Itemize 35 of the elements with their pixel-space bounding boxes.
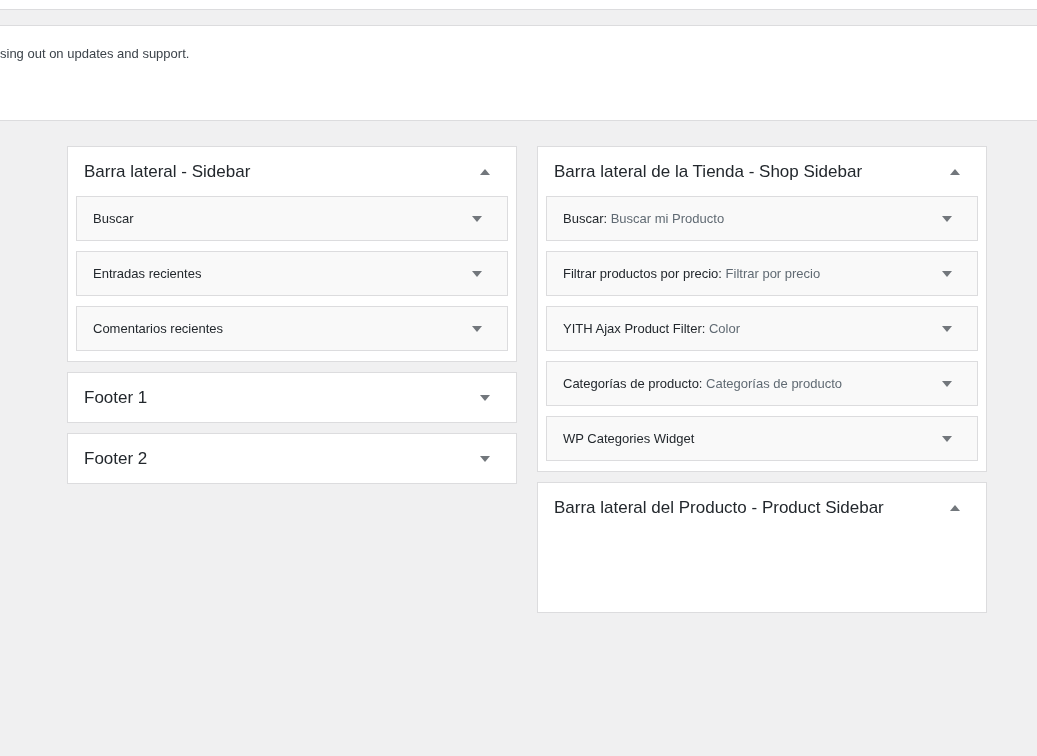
widget-title: Buscar: Buscar mi Producto [563, 209, 725, 228]
widget-row[interactable]: YITH Ajax Product Filter: Color [546, 306, 978, 351]
widget-title: Categorías de producto: Categorías de producto [563, 374, 842, 393]
widget-area-title[interactable]: Footer 2 [84, 445, 148, 472]
widget-row[interactable]: Categorías de producto: Categorías de producto [546, 361, 978, 406]
expand-arrow-icon[interactable] [472, 215, 482, 222]
expand-arrow-icon[interactable] [472, 325, 482, 332]
widget-row[interactable]: Buscar: Buscar mi Producto [546, 196, 978, 241]
widget-area-title[interactable]: Barra lateral del Producto - Product Sidebar [554, 494, 884, 521]
expand-arrow-icon[interactable] [480, 394, 490, 401]
collapse-arrow-icon[interactable] [950, 504, 960, 511]
widget-title: Filtrar productos por precio: Filtrar por precio [563, 264, 821, 283]
collapse-arrow-icon[interactable] [950, 168, 960, 175]
expand-arrow-icon[interactable] [942, 435, 952, 442]
widget-row[interactable]: Buscar [76, 196, 508, 241]
expand-arrow-icon[interactable] [472, 270, 482, 277]
widget-row[interactable]: Comentarios recientes [76, 306, 508, 351]
widget-row[interactable]: Entradas recientes [76, 251, 508, 296]
widget-area-title[interactable]: Footer 1 [84, 384, 148, 411]
expand-arrow-icon[interactable] [942, 215, 952, 222]
widget-row[interactable]: WP Categories Widget [546, 416, 978, 461]
expand-arrow-icon[interactable] [942, 325, 952, 332]
widget-title: Buscar [93, 209, 134, 228]
collapse-arrow-icon[interactable] [480, 168, 490, 175]
widget-area-title[interactable]: Barra lateral de la Tienda - Shop Sidebar [554, 158, 863, 185]
expand-arrow-icon[interactable] [942, 380, 952, 387]
widget-title: WP Categories Widget [563, 429, 695, 448]
notice-text: sing out on updates and support. [0, 46, 190, 61]
widget-row[interactable]: Filtrar productos por precio: Filtrar por precio [546, 251, 978, 296]
widget-title: Entradas recientes [93, 264, 202, 283]
widget-title: YITH Ajax Product Filter: Color [563, 319, 741, 338]
widget-title: Comentarios recientes [93, 319, 224, 338]
expand-arrow-icon[interactable] [480, 455, 490, 462]
widget-area-title[interactable]: Barra lateral - Sidebar [84, 158, 251, 185]
expand-arrow-icon[interactable] [942, 270, 952, 277]
